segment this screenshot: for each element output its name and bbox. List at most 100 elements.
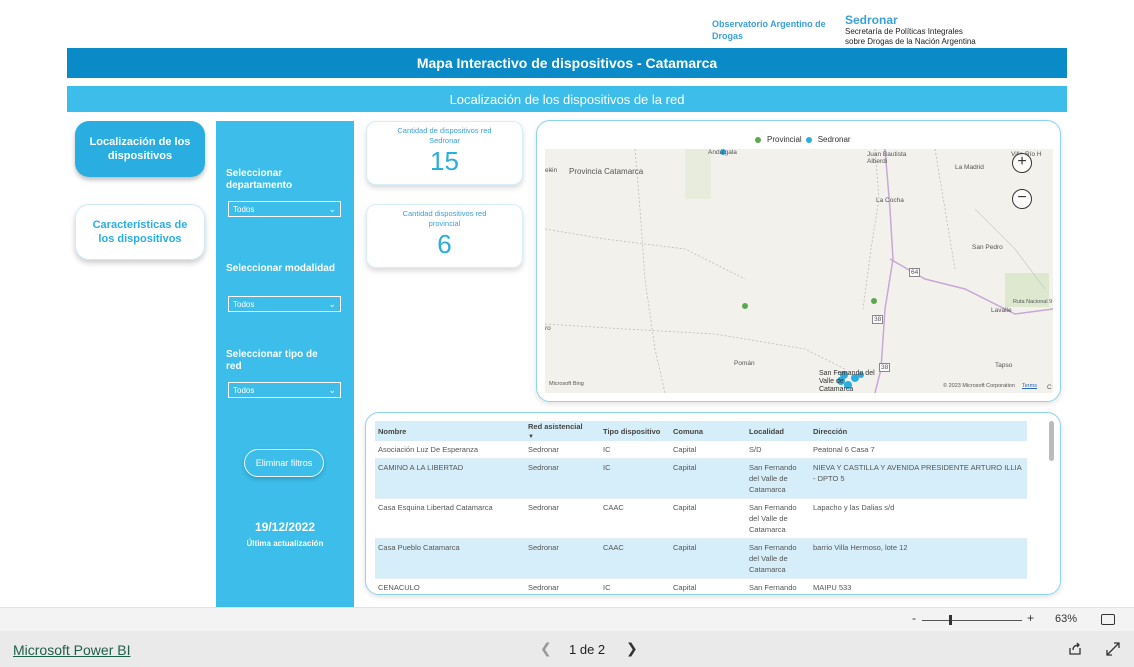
map-label-ruta: Ruta Nacional 9	[1013, 299, 1053, 305]
nav-caracteristicas-button[interactable]: Características de los dispositivos	[75, 204, 205, 260]
fit-to-page-icon[interactable]	[1101, 614, 1115, 625]
kpi-sedronar-title: Cantidad de dispositivos red Sedronar	[397, 126, 492, 145]
map-label-san-pedro: San Pedro	[972, 244, 1003, 251]
clear-filters-button[interactable]: Eliminar filtros	[244, 449, 324, 477]
chevron-down-icon: ⌄	[328, 203, 336, 214]
cell-direccion: MAIPU 533	[810, 578, 1027, 594]
map-label-la-madrid: La Madrid	[955, 164, 984, 171]
cell-tipo: IC	[600, 441, 670, 459]
map-zoom-out-button[interactable]: −	[1012, 189, 1032, 209]
table-row[interactable]: Asociación Luz De Esperanza Sedronar IC …	[375, 441, 1027, 459]
cell-localidad: San Fernando del Valle de Catamarca	[746, 458, 810, 499]
share-icon[interactable]	[1068, 642, 1082, 656]
kpi-provincial-card: Cantidad dispositivos red provincial 6	[366, 204, 523, 268]
map-legend: Provincial Sedronar	[755, 135, 851, 144]
kpi-sedronar-card: Cantidad de dispositivos red Sedronar 15	[366, 121, 523, 185]
sort-desc-icon: ▼	[528, 434, 534, 440]
cell-comuna: Capital	[670, 498, 746, 539]
page-indicator: 1 de 2	[569, 642, 606, 657]
map-label-andalgala: Andalgala	[708, 149, 737, 156]
fullscreen-icon[interactable]	[1106, 642, 1120, 656]
cell-red: Sedronar	[525, 441, 600, 459]
footer-bar: Microsoft Power BI ❮ 1 de 2 ❯	[0, 631, 1134, 667]
map-label-provincia: Provincia Catamarca	[569, 167, 644, 176]
map-card: Provincial Sedronar Andalgala Provincia …	[536, 120, 1061, 402]
map-label-belen: elén	[545, 167, 558, 174]
column-header-localidad[interactable]: Localidad	[746, 421, 810, 441]
map-label-sfvc: San Fernando del Valle de Catamarca	[819, 370, 875, 393]
map-label-poman: Pomán	[734, 360, 755, 367]
column-header-tipo[interactable]: Tipo dispositivo	[600, 421, 670, 441]
zoom-slider-thumb[interactable]	[949, 615, 952, 625]
table-row[interactable]: Casa Esquina Libertad Catamarca Sedronar…	[375, 498, 1027, 539]
map-roads	[545, 149, 1053, 393]
cell-red: Sedronar	[525, 498, 600, 539]
chevron-down-icon: ⌄	[328, 384, 336, 395]
cell-direccion: barrio Villa Hermoso, lote 12	[810, 538, 1027, 579]
tipo-red-value: Todos	[233, 385, 255, 395]
table-row[interactable]: Casa Pueblo Catamarca Sedronar CAAC Capi…	[375, 538, 1027, 579]
cell-localidad: S/D	[746, 441, 810, 459]
departamento-label: Seleccionar departamento	[226, 168, 293, 191]
next-page-icon[interactable]: ❯	[626, 640, 638, 657]
last-update-label: Última actualización	[246, 539, 324, 548]
column-header-comuna[interactable]: Comuna	[670, 421, 746, 441]
map-label-la-cocha: La Cocha	[876, 197, 904, 204]
map-copyright: © 2023 Microsoft Corporation	[943, 383, 1015, 389]
cell-localidad: San Fernando del Valle de Catamarca	[746, 538, 810, 579]
cell-localidad: San Fernando del Valle de	[746, 578, 810, 594]
previous-page-icon[interactable]: ❮	[540, 640, 552, 657]
sedronar-logo: Sedronar Secretaría de Políticas Integra…	[845, 13, 1045, 47]
devices-table: Nombre Red asistencial ▼ Tipo dispositivo…	[375, 421, 1027, 594]
cell-comuna: Capital	[670, 538, 746, 579]
table-row[interactable]: CAMINO A LA LIBERTAD Sedronar IC Capital…	[375, 458, 1027, 499]
page-subtitle: Localización de los dispositivos de la r…	[67, 86, 1067, 112]
zoom-bar: - + 63%	[0, 607, 1134, 631]
column-header-red[interactable]: Red asistencial ▼	[525, 421, 600, 441]
map-bing-attribution: Microsoft Bing	[549, 381, 584, 387]
map-terms-link[interactable]: Terms	[1022, 383, 1037, 389]
map-label-ro: ro	[545, 325, 551, 332]
column-header-nombre[interactable]: Nombre	[375, 421, 525, 441]
sedronar-name: Sedronar	[845, 13, 898, 27]
cell-tipo: IC	[600, 458, 670, 499]
map-label-r38b: 38	[879, 363, 891, 372]
map-area[interactable]: Andalgala Provincia Catamarca elén Juan …	[545, 149, 1053, 393]
zoom-slider-track[interactable]	[922, 620, 1022, 621]
cell-tipo: CAAC	[600, 498, 670, 539]
column-header-red-label: Red asistencial	[528, 422, 583, 431]
cell-red: Sedronar	[525, 578, 600, 594]
map-label-r38: 38	[872, 315, 884, 324]
modalidad-label: Seleccionar modalidad	[226, 263, 335, 274]
legend-provincial-dot	[755, 136, 761, 143]
table-scrollbar[interactable]	[1049, 421, 1054, 461]
modalidad-select[interactable]: Todos ⌄	[228, 296, 341, 312]
cell-nombre: CENACULO	[375, 578, 525, 594]
modalidad-value: Todos	[233, 299, 255, 309]
table-row[interactable]: CENACULO Sedronar IC Capital San Fernand…	[375, 578, 1027, 594]
table-header-row: Nombre Red asistencial ▼ Tipo dispositivo…	[375, 421, 1027, 441]
cell-comuna: Capital	[670, 578, 746, 594]
legend-provincial-label: Provincial	[767, 135, 802, 144]
map-label-tapso: Tapso	[995, 362, 1013, 369]
report-canvas: Observatorio Argentino de Drogas Sedrona…	[0, 0, 1134, 667]
zoom-out-button[interactable]: -	[912, 611, 916, 625]
departamento-select[interactable]: Todos ⌄	[228, 201, 341, 217]
devices-table-card: Nombre Red asistencial ▼ Tipo dispositivo…	[365, 412, 1061, 595]
map-label-c: C	[1047, 384, 1052, 391]
zoom-percent: 63%	[1055, 613, 1078, 625]
tipo-red-select[interactable]: Todos ⌄	[228, 382, 341, 398]
cell-nombre: Asociación Luz De Esperanza	[375, 441, 525, 459]
chevron-down-icon: ⌄	[328, 298, 336, 309]
departamento-value: Todos	[233, 204, 255, 214]
observatorio-logo: Observatorio Argentino de Drogas	[712, 19, 826, 41]
powerbi-link[interactable]: Microsoft Power BI	[13, 642, 130, 658]
cell-nombre: Casa Esquina Libertad Catamarca	[375, 498, 525, 539]
cell-nombre: Casa Pueblo Catamarca	[375, 538, 525, 579]
nav-localizacion-button[interactable]: Localización de los dispositivos	[75, 121, 205, 177]
cell-comuna: Capital	[670, 441, 746, 459]
zoom-in-button[interactable]: +	[1027, 611, 1034, 625]
tipo-red-label: Seleccionar tipo de red	[226, 349, 318, 372]
column-header-direccion[interactable]: Dirección	[810, 421, 1027, 441]
map-zoom-in-button[interactable]: +	[1012, 153, 1032, 173]
